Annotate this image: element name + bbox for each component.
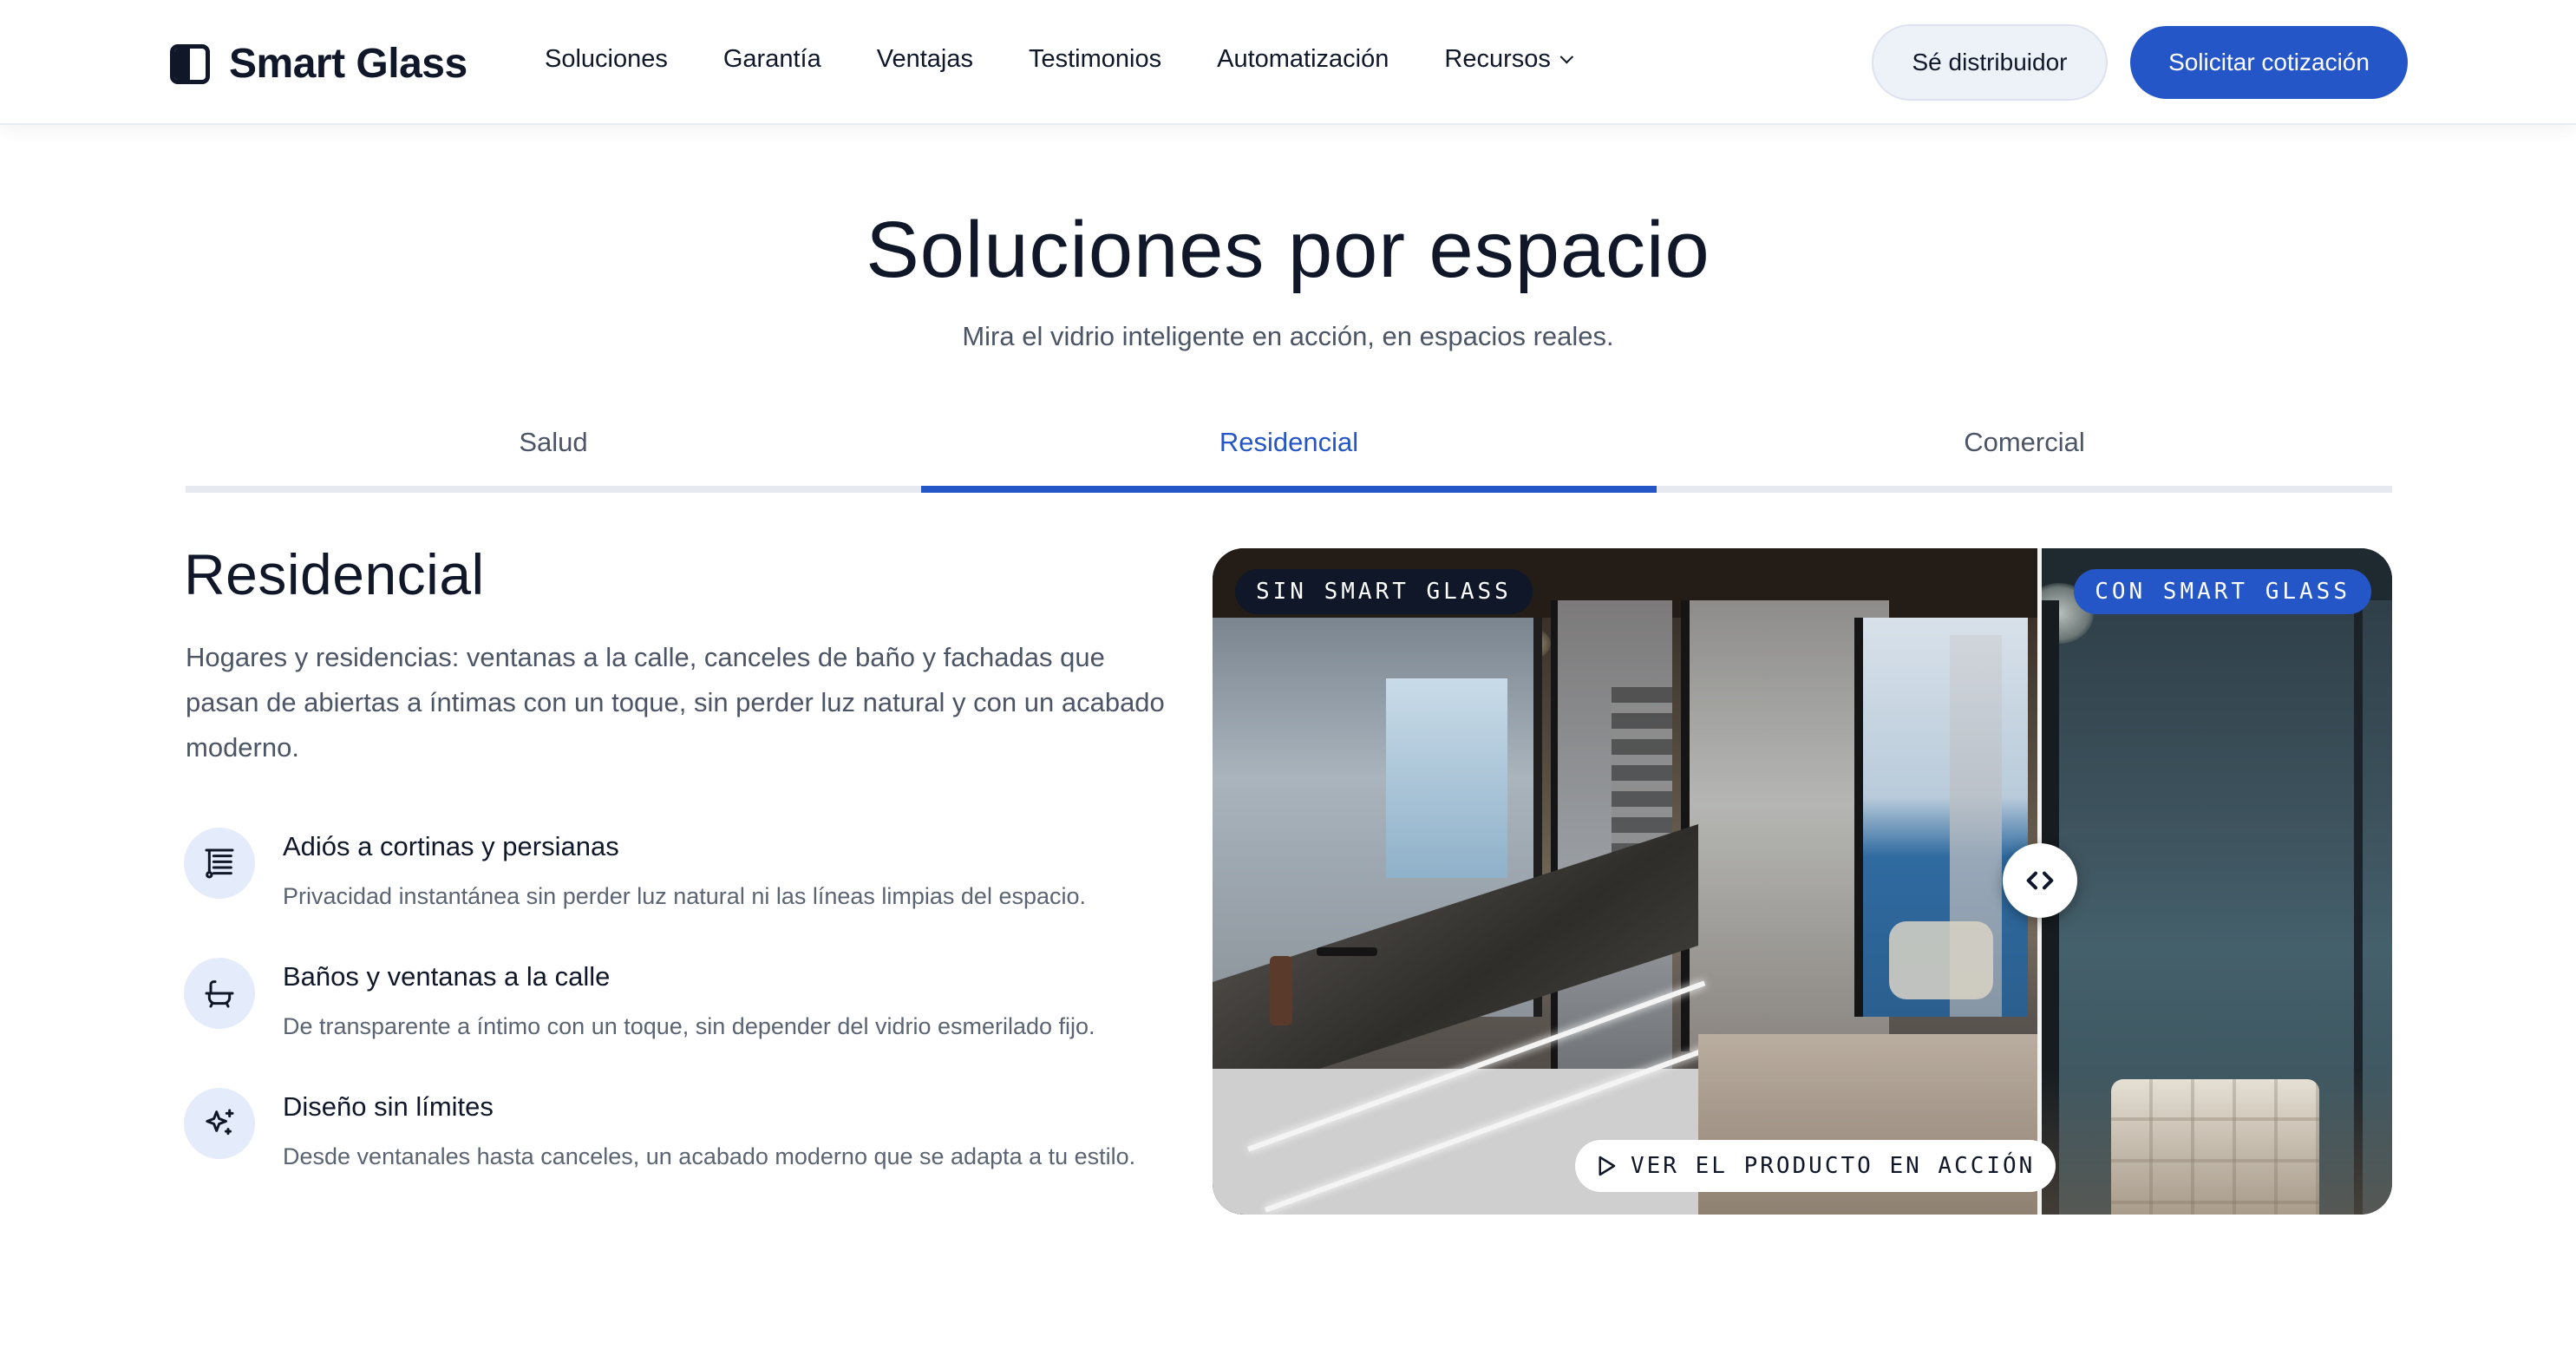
after-badge: CON SMART GLASS	[2074, 569, 2371, 614]
tab-comercial[interactable]: Comercial	[1657, 416, 2392, 493]
nav-item-garantia[interactable]: Garantía	[723, 45, 821, 74]
section-subtitle: Mira el vidrio inteligente en acción, en…	[962, 321, 1614, 351]
play-icon	[1599, 1156, 1616, 1176]
before-image	[1213, 548, 2040, 1215]
before-after-slider[interactable]: SIN SMART GLASS CON SMART GLASS VER EL P…	[1213, 548, 2392, 1215]
feature-title: Baños y ventanas a la calle	[283, 961, 611, 992]
nav-item-automatizacion[interactable]: Automatización	[1217, 45, 1389, 74]
chevron-down-icon	[1559, 49, 1573, 64]
after-image	[2042, 548, 2392, 1215]
logo-icon	[170, 43, 210, 84]
watch-product-label: VER EL PRODUCTO EN ACCIÓN	[1631, 1153, 2036, 1179]
feature-description: Privacidad instantánea sin perder luz na…	[283, 883, 1087, 909]
sparkles-icon	[184, 1088, 255, 1159]
logo-text: Smart Glass	[229, 41, 467, 87]
before-badge: SIN SMART GLASS	[1235, 569, 1533, 614]
nav-item-testimonios[interactable]: Testimonios	[1029, 45, 1161, 74]
logo[interactable]: Smart Glass	[170, 40, 467, 88]
blinds-icon	[184, 828, 255, 899]
tab-residencial[interactable]: Residencial	[921, 416, 1657, 493]
code-arrows-icon	[2026, 871, 2054, 890]
feature-title: Adiós a cortinas y persianas	[283, 831, 619, 861]
nav-item-recursos-label: Recursos	[1444, 45, 1551, 73]
slider-handle[interactable]	[2003, 843, 2077, 918]
feature-title: Diseño sin límites	[283, 1091, 494, 1122]
main-nav: Soluciones Garantía Ventajas Testimonios…	[545, 45, 1625, 74]
feature-description: De transparente a íntimo con un toque, s…	[283, 1013, 1095, 1039]
nav-item-soluciones[interactable]: Soluciones	[545, 45, 668, 74]
bath-icon	[184, 958, 255, 1029]
section-title: Soluciones por espacio	[866, 206, 1710, 294]
distributor-button[interactable]: Sé distribuidor	[1872, 24, 2108, 101]
space-tabs: Salud Residencial Comercial	[186, 416, 2392, 493]
tab-salud[interactable]: Salud	[186, 416, 921, 493]
nav-item-recursos[interactable]: Recursos	[1444, 45, 1573, 74]
request-quote-button[interactable]: Solicitar cotización	[2130, 26, 2408, 99]
watch-product-button[interactable]: VER EL PRODUCTO EN ACCIÓN	[1575, 1140, 2056, 1192]
content-title: Residencial	[184, 542, 485, 606]
content-description: Hogares y residencias: ventanas a la cal…	[186, 642, 1165, 763]
feature-description: Desde ventanales hasta canceles, un acab…	[283, 1143, 1136, 1169]
site-header: Smart Glass Soluciones Garantía Ventajas…	[0, 0, 2576, 125]
nav-item-ventajas[interactable]: Ventajas	[877, 45, 973, 74]
